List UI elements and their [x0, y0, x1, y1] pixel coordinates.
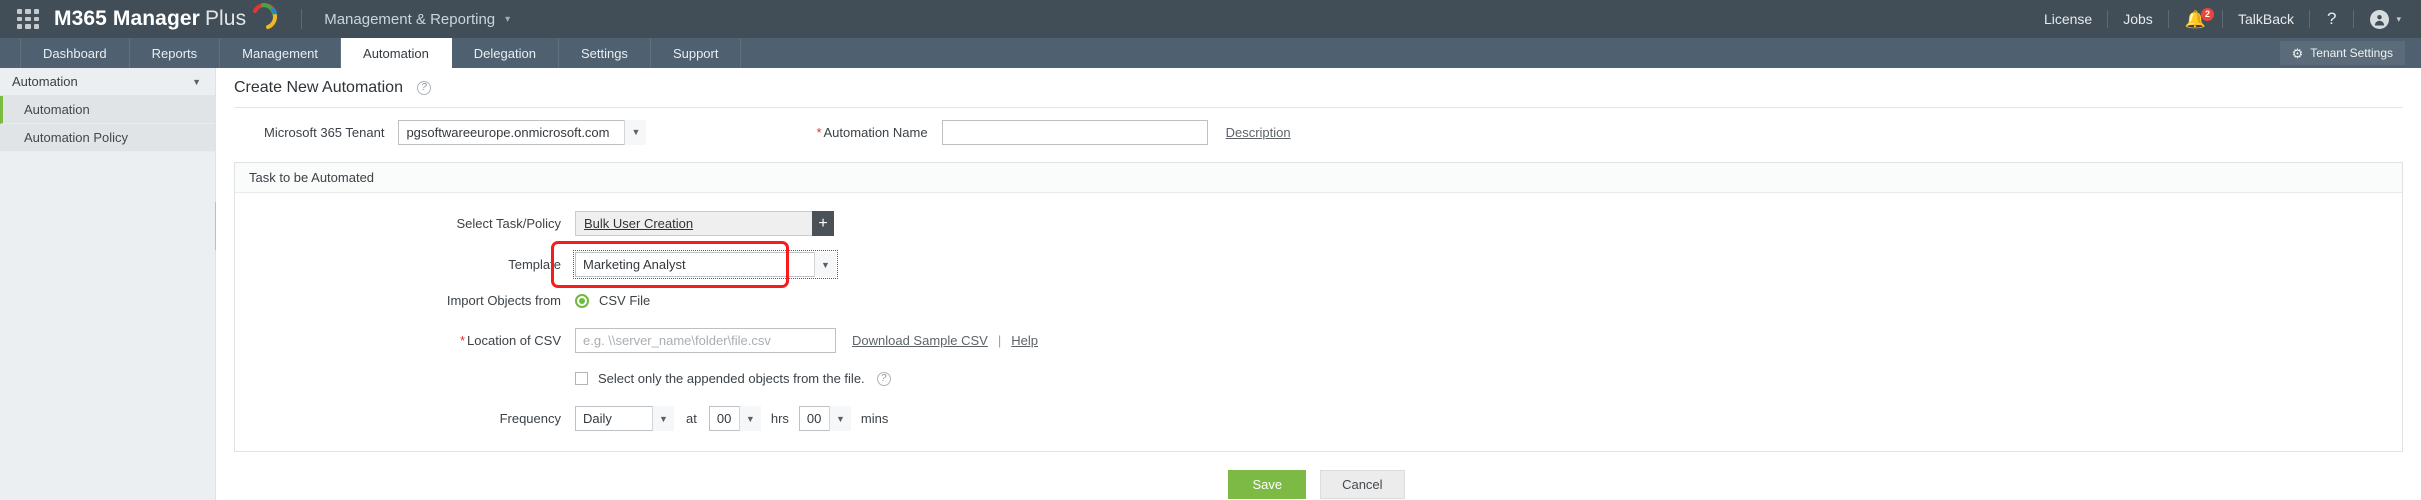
module-switcher[interactable]: Management & Reporting ▾ — [324, 11, 510, 28]
top-header-bar: M365 Manager Plus Management & Reporting… — [0, 0, 2421, 38]
app-logo: M365 Manager Plus — [54, 3, 279, 34]
template-select-wrap: Marketing Analyst ▼ — [573, 250, 838, 279]
required-asterisk: * — [816, 124, 822, 140]
tab-dashboard[interactable]: Dashboard — [20, 38, 130, 68]
main-content: Create New Automation ? Microsoft 365 Te… — [216, 68, 2421, 500]
template-label: Template — [508, 257, 561, 272]
header-right-actions: License Jobs 🔔 2 TalkBack ? ▾ — [2029, 0, 2405, 38]
brand-name: M365 Manager — [54, 7, 200, 30]
tab-reports[interactable]: Reports — [130, 38, 221, 68]
page-title: Create New Automation — [234, 78, 403, 96]
link-separator: | — [997, 333, 1002, 348]
tenant-and-name-row: Microsoft 365 Tenant pgsoftwareeurope.on… — [230, 108, 2403, 156]
brand-suffix: Plus — [204, 7, 247, 30]
page-body: Automation ▼ Automation Automation Polic… — [0, 68, 2421, 500]
cancel-button[interactable]: Cancel — [1320, 470, 1405, 499]
task-panel-body: Select Task/Policy Bulk User Creation + … — [235, 193, 2402, 451]
sidebar-item-automation[interactable]: Automation — [0, 96, 215, 124]
minutes-select[interactable]: 00 — [798, 406, 851, 431]
download-sample-csv-link[interactable]: Download Sample CSV — [852, 333, 988, 348]
help-link[interactable]: Help — [1011, 333, 1038, 348]
help-icon[interactable]: ? — [2310, 9, 2353, 29]
apps-grid-icon[interactable] — [16, 8, 40, 30]
import-objects-label: Import Objects from — [446, 293, 561, 308]
minutes-label: mins — [860, 411, 889, 426]
chevron-down-icon: ▾ — [2396, 13, 2401, 24]
required-asterisk: * — [459, 333, 466, 348]
page-title-row: Create New Automation ? — [234, 68, 2403, 108]
tenant-select[interactable]: pgsoftwareeurope.onmicrosoft.com — [398, 119, 647, 145]
import-objects-row: Import Objects from CSV File — [235, 293, 2402, 308]
sidebar-section-label: Automation — [12, 74, 78, 89]
select-task-label: Select Task/Policy — [456, 216, 561, 231]
sidebar-section-automation[interactable]: Automation ▼ — [0, 68, 215, 96]
brand-swoosh-icon — [249, 3, 279, 34]
header-divider — [301, 9, 303, 29]
talkback-link[interactable]: TalkBack — [2223, 11, 2309, 27]
jobs-link[interactable]: Jobs — [2108, 11, 2168, 27]
license-link[interactable]: License — [2029, 11, 2107, 27]
module-label: Management & Reporting — [324, 10, 496, 28]
location-of-csv-label: * Location of CSV — [235, 333, 575, 348]
select-task-field[interactable]: Bulk User Creation — [575, 211, 813, 236]
tenant-select-wrap: pgsoftwareeurope.onmicrosoft.com ▼ — [398, 119, 647, 145]
select-task-row: Select Task/Policy Bulk User Creation + — [235, 211, 2402, 236]
template-row: Template Marketing Analyst ▼ — [235, 241, 2402, 288]
appended-objects-label: Select only the appended objects from th… — [598, 371, 865, 386]
tenant-settings-button[interactable]: ⚙ Tenant Settings — [2279, 41, 2405, 65]
add-task-button[interactable]: + — [812, 211, 834, 236]
tab-management[interactable]: Management — [220, 38, 342, 68]
tenant-settings-label: Tenant Settings — [2310, 46, 2393, 60]
template-select[interactable]: Marketing Analyst — [573, 250, 838, 279]
hours-select[interactable]: 00 — [708, 406, 761, 431]
left-sidebar: Automation ▼ Automation Automation Polic… — [0, 68, 224, 500]
location-label-text: Location of CSV — [467, 333, 561, 348]
appended-objects-row: Select only the appended objects from th… — [235, 371, 2402, 386]
tab-settings[interactable]: Settings — [559, 38, 651, 68]
avatar — [2370, 9, 2390, 29]
main-navigation-bar: Dashboard Reports Management Automation … — [0, 38, 2421, 68]
frequency-select-wrap: Daily ▼ — [575, 406, 674, 431]
page-help-icon[interactable]: ? — [416, 80, 431, 95]
frequency-label: Frequency — [499, 411, 561, 426]
location-of-csv-row: *Location of CSV Download Sample CSV | H… — [235, 328, 2402, 353]
appended-objects-checkbox[interactable] — [575, 372, 588, 385]
notification-count-badge: 2 — [2200, 7, 2214, 21]
automation-name-input[interactable] — [941, 119, 1208, 145]
chevron-down-icon: ▼ — [192, 76, 201, 87]
chevron-down-icon: ▾ — [505, 13, 511, 25]
hours-label: hrs — [770, 411, 789, 426]
description-link[interactable]: Description — [1226, 125, 1291, 140]
at-label: at — [686, 411, 697, 426]
task-panel: Task to be Automated Select Task/Policy … — [234, 162, 2403, 452]
frequency-select[interactable]: Daily — [575, 406, 674, 431]
tenant-label: Microsoft 365 Tenant — [264, 124, 385, 140]
user-account-menu[interactable]: ▾ — [2354, 9, 2405, 29]
sidebar-item-automation-policy[interactable]: Automation Policy — [0, 124, 215, 152]
select-task-value[interactable]: Bulk User Creation — [584, 216, 693, 231]
form-footer-buttons: Save Cancel — [230, 470, 2403, 499]
minutes-select-wrap: 00 ▼ — [798, 406, 851, 431]
notifications-button[interactable]: 🔔 2 — [2169, 7, 2222, 28]
tab-delegation[interactable]: Delegation — [452, 38, 559, 68]
location-of-csv-input[interactable] — [575, 328, 836, 353]
sidebar-item-label: Automation Policy — [24, 130, 129, 145]
tab-automation[interactable]: Automation — [341, 38, 452, 68]
gear-icon: ⚙ — [2291, 45, 2304, 61]
appended-objects-help-icon[interactable]: ? — [876, 371, 891, 386]
automation-name-label-wrap: * Automation Name — [816, 125, 927, 140]
save-button[interactable]: Save — [1228, 470, 1307, 499]
tab-support[interactable]: Support — [651, 38, 742, 68]
automation-name-label: Automation Name — [823, 124, 928, 140]
sidebar-item-label: Automation — [24, 102, 90, 117]
frequency-row: Frequency Daily ▼ at 00 ▼ hrs 00 ▼ mins — [235, 406, 2402, 431]
hours-select-wrap: 00 ▼ — [708, 406, 761, 431]
csv-file-radio-label[interactable]: CSV File — [599, 293, 650, 308]
csv-file-radio[interactable] — [575, 293, 589, 308]
task-panel-header: Task to be Automated — [235, 163, 2402, 193]
